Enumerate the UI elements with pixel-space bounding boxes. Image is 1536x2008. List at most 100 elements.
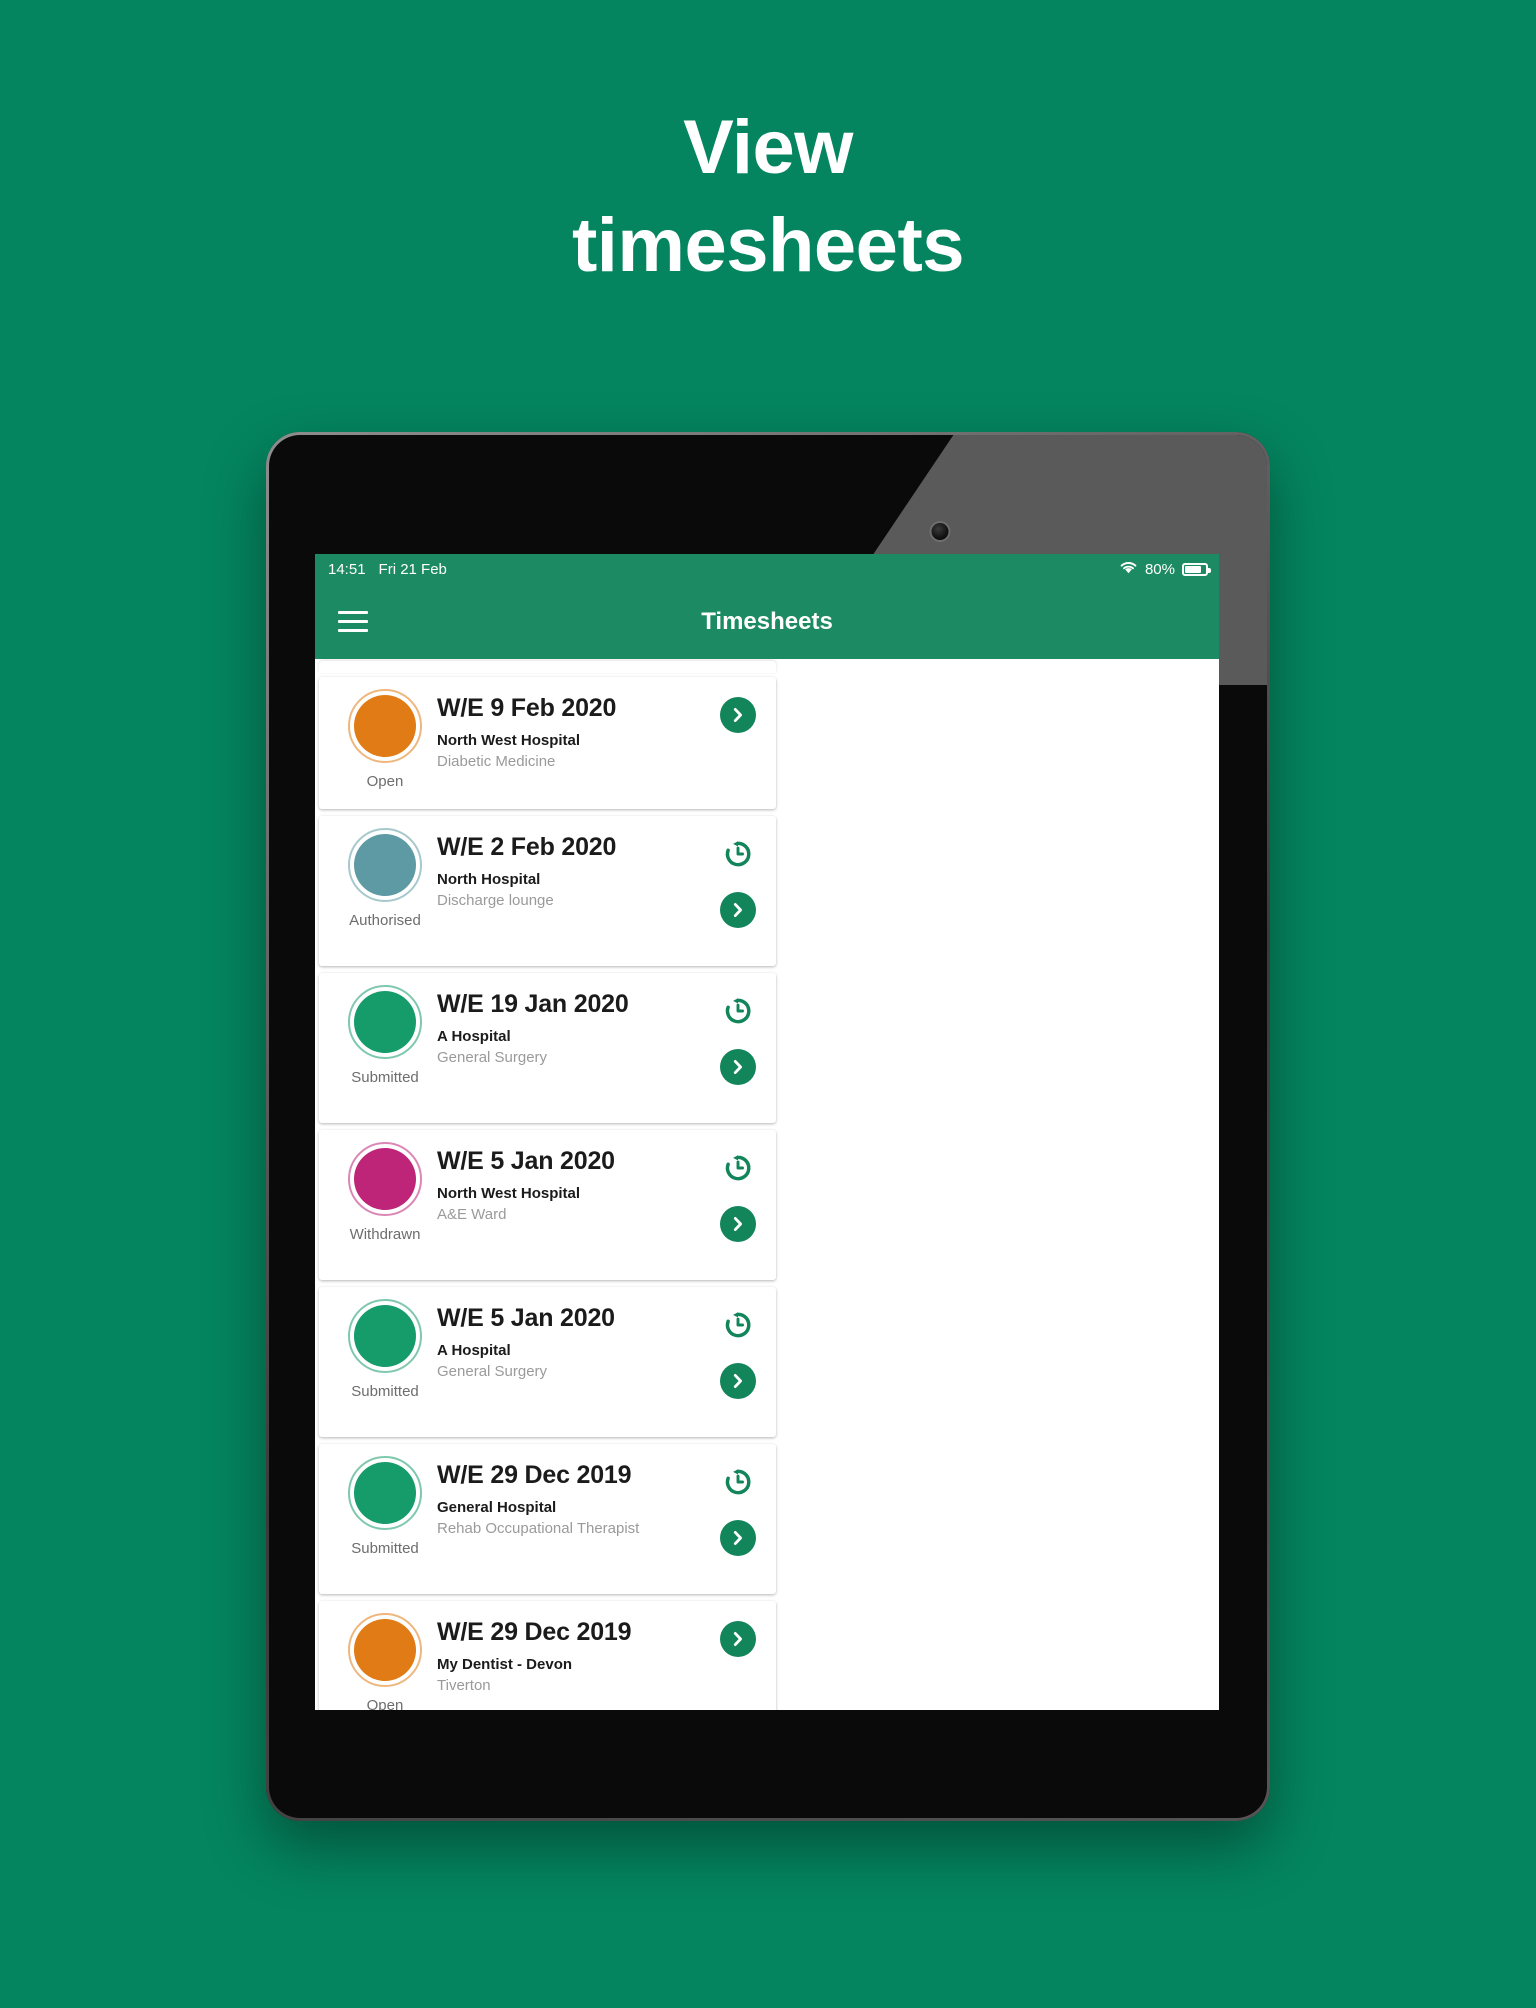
timesheet-week-ending: W/E 5 Jan 2020 [437, 1147, 615, 1175]
tablet-shell: 14:51 Fri 21 Feb 80% Timesheets Open W/E… [266, 432, 1270, 1821]
card-peek [319, 661, 776, 673]
status-indicator-dot [348, 689, 422, 763]
status-label: Submitted [351, 1383, 419, 1400]
timesheet-actions [712, 1457, 764, 1581]
timesheet-organisation: North West Hospital [437, 1185, 581, 1202]
timesheet-week-ending: W/E 19 Jan 2020 [437, 990, 629, 1018]
timesheet-week-ending: W/E 2 Feb 2020 [437, 833, 617, 861]
timesheet-department: A&E Ward [437, 1206, 507, 1223]
chevron-right-button[interactable] [719, 1362, 757, 1400]
promo-headline: View timesheets [0, 110, 1536, 284]
status-bar-right: 80% [1119, 560, 1211, 578]
chevron-circle [720, 697, 756, 733]
timesheet-info: W/E 5 Jan 2020 North West Hospital A&E W… [433, 1143, 712, 1267]
timesheet-info: W/E 2 Feb 2020 North Hospital Discharge … [433, 829, 712, 953]
timesheet-card[interactable]: Submitted W/E 5 Jan 2020 A Hospital Gene… [319, 1287, 776, 1437]
hamburger-bar [338, 629, 368, 632]
history-icon[interactable] [719, 992, 757, 1030]
hamburger-bar [338, 620, 368, 623]
timesheet-card[interactable]: Withdrawn W/E 5 Jan 2020 North West Hosp… [319, 1130, 776, 1280]
timesheet-department: Tiverton [437, 1677, 491, 1694]
tablet-device: 14:51 Fri 21 Feb 80% Timesheets Open W/E… [266, 432, 1270, 1821]
timesheet-organisation: A Hospital [437, 1342, 511, 1359]
timesheet-organisation: A Hospital [437, 1028, 511, 1045]
timesheet-actions [712, 1614, 764, 1710]
timesheet-status: Withdrawn [337, 1142, 433, 1267]
timesheet-week-ending: W/E 9 Feb 2020 [437, 694, 617, 722]
timesheet-actions [712, 986, 764, 1110]
chevron-circle [720, 1520, 756, 1556]
screen-body: Open W/E 9 Feb 2020 North West Hospital … [315, 659, 1219, 1710]
history-icon[interactable] [719, 1306, 757, 1344]
timesheet-status: Submitted [337, 1456, 433, 1581]
chevron-circle [720, 892, 756, 928]
timesheet-card[interactable]: Open W/E 29 Dec 2019 My Dentist - Devon … [319, 1601, 776, 1710]
chevron-right-button[interactable] [719, 1205, 757, 1243]
timesheet-info: W/E 9 Feb 2020 North West Hospital Diabe… [433, 690, 712, 796]
promo-headline-line-1: View [683, 105, 853, 190]
timesheet-card[interactable]: Submitted W/E 29 Dec 2019 General Hospit… [319, 1444, 776, 1594]
chevron-circle [720, 1621, 756, 1657]
hamburger-bar [338, 611, 368, 614]
timesheet-department: General Surgery [437, 1049, 548, 1066]
promo-headline-line-2: timesheets [571, 203, 965, 288]
chevron-right-button[interactable] [719, 1048, 757, 1086]
status-label: Submitted [351, 1069, 419, 1086]
timesheet-department: Discharge lounge [437, 892, 554, 909]
hamburger-menu-icon[interactable] [338, 611, 368, 632]
timesheet-week-ending: W/E 5 Jan 2020 [437, 1304, 615, 1332]
timesheet-status: Submitted [337, 985, 433, 1110]
battery-icon [1182, 562, 1211, 576]
chevron-circle [720, 1049, 756, 1085]
timesheet-week-ending: W/E 29 Dec 2019 [437, 1461, 632, 1489]
status-label: Authorised [349, 912, 421, 929]
tablet-screen: 14:51 Fri 21 Feb 80% Timesheets Open W/E… [315, 554, 1219, 1710]
timesheet-card[interactable]: Authorised W/E 2 Feb 2020 North Hospital… [319, 816, 776, 966]
timesheet-status: Open [337, 689, 433, 796]
chevron-circle [720, 1363, 756, 1399]
app-bar: Timesheets [315, 584, 1219, 659]
timesheet-info: W/E 5 Jan 2020 A Hospital General Surger… [433, 1300, 712, 1424]
timesheet-info: W/E 29 Dec 2019 My Dentist - Devon Tiver… [433, 1614, 712, 1710]
chevron-right-button[interactable] [719, 1519, 757, 1557]
tablet-bezel: 14:51 Fri 21 Feb 80% Timesheets Open W/E… [269, 435, 1267, 1818]
battery-fill [1185, 565, 1201, 573]
chevron-circle [720, 1206, 756, 1242]
status-bar: 14:51 Fri 21 Feb 80% [315, 554, 1219, 584]
status-indicator-dot [348, 1613, 422, 1687]
timesheet-actions [712, 1143, 764, 1267]
chevron-right-button[interactable] [719, 1620, 757, 1658]
page-title: Timesheets [701, 607, 833, 635]
status-bar-date: Fri 21 Feb [378, 560, 447, 578]
status-indicator-dot [348, 1142, 422, 1216]
status-label: Withdrawn [349, 1226, 421, 1243]
timesheet-actions [712, 829, 764, 953]
history-icon[interactable] [719, 1463, 757, 1501]
history-icon[interactable] [719, 1149, 757, 1187]
timesheet-actions [712, 690, 764, 796]
timesheet-detail-pane [780, 659, 1219, 1710]
timesheet-department: Rehab Occupational Therapist [437, 1520, 640, 1537]
timesheet-department: Diabetic Medicine [437, 753, 556, 770]
front-camera-icon [931, 523, 949, 540]
status-bar-time: 14:51 [328, 560, 366, 578]
timesheet-list[interactable]: Open W/E 9 Feb 2020 North West Hospital … [315, 659, 780, 1710]
timesheet-organisation: North Hospital [437, 871, 541, 888]
timesheet-organisation: North West Hospital [437, 732, 581, 749]
timesheet-info: W/E 29 Dec 2019 General Hospital Rehab O… [433, 1457, 712, 1581]
status-bar-left: 14:51 Fri 21 Feb [328, 561, 447, 578]
status-label: Open [366, 1697, 404, 1710]
timesheet-status: Submitted [337, 1299, 433, 1424]
timesheet-info: W/E 19 Jan 2020 A Hospital General Surge… [433, 986, 712, 1110]
history-icon[interactable] [719, 835, 757, 873]
timesheet-card[interactable]: Open W/E 9 Feb 2020 North West Hospital … [319, 677, 776, 809]
chevron-right-button[interactable] [719, 891, 757, 929]
status-indicator-dot [348, 1456, 422, 1530]
status-indicator-dot [348, 985, 422, 1059]
timesheet-department: General Surgery [437, 1363, 548, 1380]
timesheet-status: Authorised [337, 828, 433, 953]
status-label: Open [366, 773, 404, 790]
timesheet-card[interactable]: Submitted W/E 19 Jan 2020 A Hospital Gen… [319, 973, 776, 1123]
chevron-right-button[interactable] [719, 696, 757, 734]
battery-percent-label: 80% [1144, 560, 1175, 578]
